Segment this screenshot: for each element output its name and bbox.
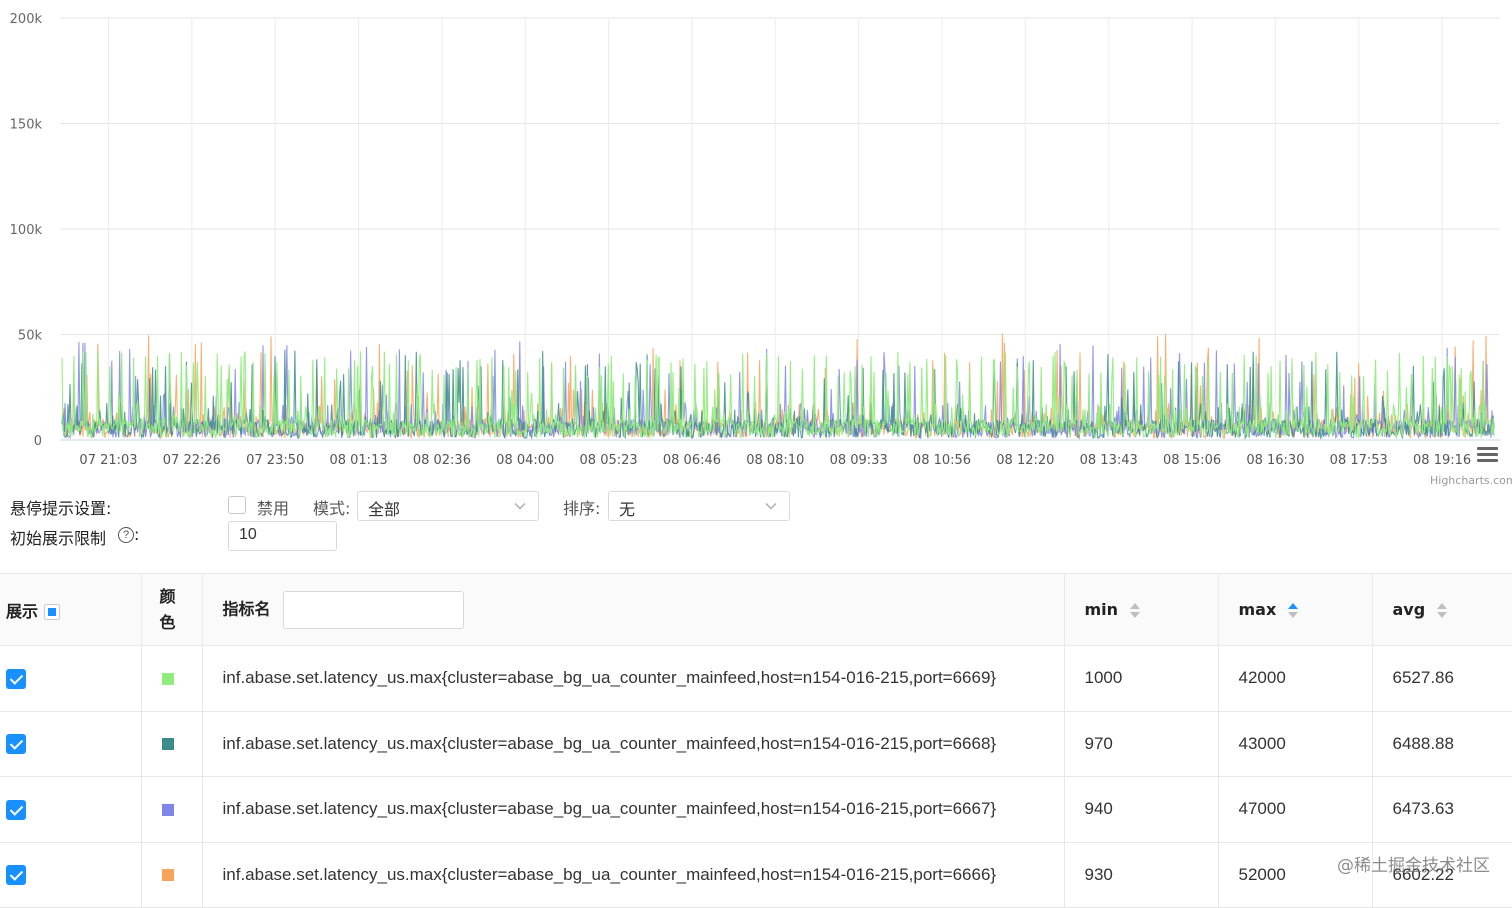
name-header-label: 指标名 bbox=[223, 599, 271, 618]
y-tick-label: 0 bbox=[34, 434, 42, 449]
sort-select[interactable]: 无 bbox=[608, 491, 790, 521]
max-value: 43000 bbox=[1218, 711, 1372, 777]
x-tick-label: 08 10:56 bbox=[913, 453, 971, 468]
y-tick-label: 50k bbox=[18, 329, 43, 344]
max-header-label: max bbox=[1239, 600, 1277, 619]
init-limit-input[interactable]: 10 bbox=[228, 521, 337, 551]
metric-name: inf.abase.set.latency_us.max{cluster=aba… bbox=[202, 646, 1064, 712]
y-axis-labels: 200k 150k 100k 50k 0 bbox=[10, 12, 43, 449]
avg-header-label: avg bbox=[1393, 600, 1426, 619]
init-limit-colon: : bbox=[134, 525, 139, 544]
chart-series bbox=[62, 334, 1494, 439]
table-row: inf.abase.set.latency_us.max{cluster=aba… bbox=[0, 646, 1512, 712]
max-value: 47000 bbox=[1218, 777, 1372, 843]
show-cell bbox=[0, 777, 141, 843]
y-tick-label: 150k bbox=[10, 118, 43, 133]
x-tick-label: 08 05:23 bbox=[580, 453, 638, 468]
mode-label: 模式: bbox=[313, 495, 350, 519]
watermark: @稀土掘金技术社区 bbox=[1337, 851, 1490, 876]
x-tick-label: 08 16:30 bbox=[1246, 453, 1304, 468]
color-swatch bbox=[162, 738, 174, 750]
color-cell bbox=[141, 646, 202, 712]
metric-name: inf.abase.set.latency_us.max{cluster=aba… bbox=[202, 842, 1064, 908]
x-tick-label: 07 22:26 bbox=[163, 453, 221, 468]
name-filter-input[interactable] bbox=[283, 591, 464, 629]
table-header-row: 展示 颜色 指标名 min max avg bbox=[0, 574, 1512, 646]
x-tick-label: 08 08:10 bbox=[746, 453, 804, 468]
max-value: 42000 bbox=[1218, 646, 1372, 712]
show-cell bbox=[0, 646, 141, 712]
x-tick-label: 08 13:43 bbox=[1080, 453, 1138, 468]
color-column-header: 颜色 bbox=[141, 574, 202, 646]
color-swatch bbox=[162, 869, 174, 881]
chart-grid bbox=[60, 18, 1500, 440]
show-checkbox[interactable] bbox=[6, 669, 26, 689]
x-tick-label: 08 02:36 bbox=[413, 453, 471, 468]
metric-name: inf.abase.set.latency_us.max{cluster=aba… bbox=[202, 711, 1064, 777]
table-row: inf.abase.set.latency_us.max{cluster=aba… bbox=[0, 842, 1512, 908]
show-column-header: 展示 bbox=[0, 574, 141, 646]
show-header-label: 展示 bbox=[6, 602, 38, 621]
chevron-down-icon bbox=[765, 500, 777, 512]
x-tick-label: 08 04:00 bbox=[496, 453, 554, 468]
x-tick-label: 08 17:53 bbox=[1330, 453, 1388, 468]
color-cell bbox=[141, 777, 202, 843]
y-tick-label: 100k bbox=[10, 223, 43, 238]
select-all-checkbox[interactable] bbox=[44, 604, 60, 620]
init-limit-value: 10 bbox=[239, 526, 257, 544]
color-cell bbox=[141, 711, 202, 777]
metrics-table: 展示 颜色 指标名 min max avg inf.abase.set.late… bbox=[0, 573, 1512, 908]
hover-settings-label: 悬停提示设置: bbox=[10, 495, 111, 519]
chevron-down-icon bbox=[514, 500, 526, 512]
min-value: 940 bbox=[1064, 777, 1218, 843]
metric-name: inf.abase.set.latency_us.max{cluster=aba… bbox=[202, 777, 1064, 843]
show-checkbox[interactable] bbox=[6, 865, 26, 885]
x-tick-label: 08 09:33 bbox=[830, 453, 888, 468]
max-column-header[interactable]: max bbox=[1218, 574, 1372, 646]
x-tick-label: 08 06:46 bbox=[663, 453, 721, 468]
avg-column-header[interactable]: avg bbox=[1372, 574, 1512, 646]
disable-checkbox[interactable] bbox=[228, 496, 246, 514]
x-tick-label: 08 19:16 bbox=[1413, 453, 1471, 468]
show-checkbox[interactable] bbox=[6, 734, 26, 754]
min-header-label: min bbox=[1085, 600, 1119, 619]
color-swatch bbox=[162, 673, 174, 685]
min-column-header[interactable]: min bbox=[1064, 574, 1218, 646]
disable-label: 禁用 bbox=[257, 495, 289, 519]
y-tick-label: 200k bbox=[10, 12, 43, 27]
color-swatch bbox=[162, 804, 174, 816]
show-checkbox[interactable] bbox=[6, 800, 26, 820]
avg-value: 6527.86 bbox=[1372, 646, 1512, 712]
init-limit-label: 初始展示限制 bbox=[10, 525, 106, 549]
min-value: 970 bbox=[1064, 711, 1218, 777]
min-value: 1000 bbox=[1064, 646, 1218, 712]
help-icon[interactable]: ? bbox=[118, 527, 134, 543]
color-header-label: 颜色 bbox=[142, 584, 162, 636]
x-tick-label: 08 01:13 bbox=[329, 453, 387, 468]
x-tick-label: 07 21:03 bbox=[79, 453, 137, 468]
color-cell bbox=[141, 842, 202, 908]
sort-icon[interactable] bbox=[1288, 603, 1298, 619]
x-tick-label: 07 23:50 bbox=[246, 453, 304, 468]
table-row: inf.abase.set.latency_us.max{cluster=aba… bbox=[0, 711, 1512, 777]
mode-select[interactable]: 全部 bbox=[357, 491, 539, 521]
latency-chart[interactable]: 200k 150k 100k 50k 0 07 21:03 07 22:26 07 23:5… bbox=[0, 0, 1512, 490]
x-axis-labels: 07 21:03 07 22:26 07 23:50 08 01:13 08 02:36… bbox=[79, 453, 1471, 468]
highcharts-credit[interactable]: Highcharts.com bbox=[1430, 474, 1512, 487]
show-cell bbox=[0, 711, 141, 777]
x-tick-label: 08 12:20 bbox=[996, 453, 1054, 468]
chart-menu-icon[interactable] bbox=[1477, 447, 1498, 462]
table-row: inf.abase.set.latency_us.max{cluster=aba… bbox=[0, 777, 1512, 843]
avg-value: 6473.63 bbox=[1372, 777, 1512, 843]
sort-select-value: 无 bbox=[619, 496, 635, 520]
mode-select-value: 全部 bbox=[368, 496, 400, 520]
sort-icon[interactable] bbox=[1437, 603, 1447, 619]
min-value: 930 bbox=[1064, 842, 1218, 908]
x-tick-label: 08 15:06 bbox=[1163, 453, 1221, 468]
sort-label: 排序: bbox=[563, 495, 600, 519]
show-cell bbox=[0, 842, 141, 908]
sort-icon[interactable] bbox=[1130, 603, 1140, 619]
name-column-header: 指标名 bbox=[202, 574, 1064, 646]
avg-value: 6488.88 bbox=[1372, 711, 1512, 777]
